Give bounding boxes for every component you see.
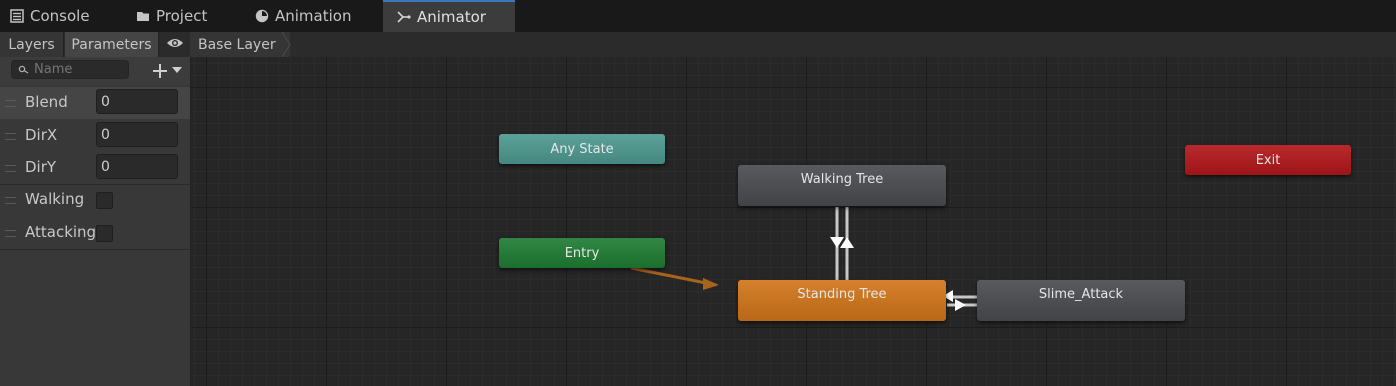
tab-project[interactable]: Project (136, 0, 246, 32)
triangle-down-icon[interactable] (172, 66, 182, 74)
tab-console[interactable]: Console (10, 0, 120, 32)
parameter-row-diry[interactable]: DirY (0, 152, 190, 184)
state-label: Standing Tree (797, 287, 887, 302)
eye-icon (166, 37, 184, 53)
tab-label: Project (156, 7, 208, 25)
animation-clock-icon (255, 9, 269, 23)
breadcrumb[interactable]: Base Layer (190, 32, 290, 57)
parameter-float-field[interactable] (96, 154, 178, 179)
state-label: Entry (564, 245, 600, 261)
transition-links (630, 207, 977, 311)
tab-layers-label: Layers (8, 36, 55, 53)
breadcrumb-base-layer: Base Layer (198, 36, 276, 53)
parameter-search-field[interactable] (11, 60, 129, 79)
parameter-name: DirY (25, 158, 57, 176)
parameter-float-field[interactable] (96, 89, 178, 114)
state-label: Slime_Attack (1038, 287, 1124, 302)
folder-icon (136, 9, 150, 23)
search-icon (18, 65, 29, 74)
drag-handle-icon[interactable] (5, 133, 16, 140)
state-slime-attack[interactable]: Slime_Attack (977, 280, 1185, 321)
tab-label: Console (30, 7, 90, 25)
plus-icon[interactable] (151, 62, 169, 80)
animator-icon (397, 10, 411, 24)
drag-handle-icon[interactable] (5, 230, 16, 237)
state-exit[interactable]: Exit (1185, 145, 1351, 175)
animator-toolbar: Layers Parameters Base Layer (0, 32, 1396, 58)
tab-animator[interactable]: Animator (383, 0, 515, 32)
parameter-float-field[interactable] (96, 122, 178, 147)
parameter-row-dirx[interactable]: DirX (0, 120, 190, 152)
state-walking-tree[interactable]: Walking Tree (738, 165, 946, 206)
transition-arrow-icon (703, 278, 719, 290)
tab-animation[interactable]: Animation (255, 0, 375, 32)
search-input[interactable] (34, 61, 124, 78)
tab-parameters-label: Parameters (71, 36, 152, 53)
drag-handle-icon[interactable] (5, 165, 16, 172)
parameter-bool-checkbox[interactable] (96, 225, 113, 242)
state-label: Walking Tree (800, 172, 884, 187)
state-label: Any State (550, 141, 614, 157)
animator-graph-canvas[interactable]: Any State Entry Exit Walking Tree Standi… (191, 57, 1396, 386)
console-icon (10, 9, 24, 23)
state-standing-tree[interactable]: Standing Tree (738, 280, 946, 321)
transition-arrow-right-icon (955, 299, 966, 311)
parameter-row-blend[interactable]: Blend (0, 87, 190, 119)
state-label: Exit (1255, 152, 1281, 168)
parameter-name: DirX (25, 126, 58, 144)
state-entry[interactable]: Entry (499, 238, 665, 268)
tab-label: Animator (417, 8, 486, 26)
parameters-panel: Blend DirX DirY Walking Attacking (0, 57, 191, 386)
tab-label: Animation (275, 7, 352, 25)
drag-handle-icon[interactable] (5, 100, 16, 107)
state-any-state[interactable]: Any State (499, 134, 665, 164)
drag-handle-icon[interactable] (5, 197, 16, 204)
parameter-name: Attacking (25, 223, 97, 241)
parameter-name: Blend (25, 93, 68, 111)
breadcrumb-arrow-icon (282, 32, 291, 57)
parameter-search-row (0, 57, 190, 85)
visibility-toggle[interactable] (160, 32, 190, 57)
divider (0, 249, 190, 250)
parameter-row-walking[interactable]: Walking (0, 184, 190, 216)
parameter-bool-checkbox[interactable] (96, 192, 113, 209)
parameter-name: Walking (25, 190, 85, 208)
tab-layers[interactable]: Layers (0, 32, 64, 57)
parameter-row-attacking[interactable]: Attacking (0, 217, 190, 249)
window-tab-bar: Console Project Animation Animator (0, 0, 1396, 32)
tab-parameters[interactable]: Parameters (65, 32, 159, 57)
